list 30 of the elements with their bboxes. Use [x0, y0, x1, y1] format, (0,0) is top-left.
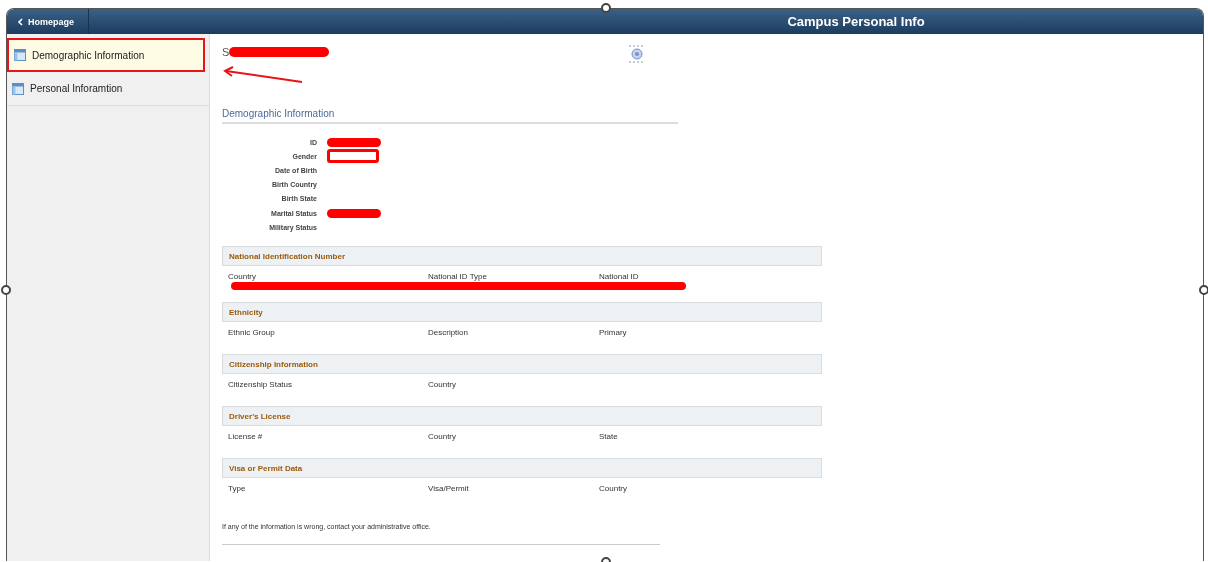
column-heading: Primary — [599, 327, 627, 337]
column-heading: License # — [228, 431, 264, 441]
redaction-mark — [327, 208, 381, 218]
group-title: Driver's License — [229, 411, 291, 421]
column-heading: State — [599, 431, 618, 441]
page-icon — [14, 49, 26, 61]
redaction-mark — [327, 137, 381, 147]
page-title: Campus Personal Info — [786, 14, 926, 29]
column-heading: Type — [228, 483, 247, 493]
page-icon — [12, 82, 24, 95]
column-heading: Visa/Permit — [428, 483, 470, 493]
column-heading: Country — [428, 379, 457, 389]
group-title: Ethnicity — [229, 307, 263, 317]
student-name: S — [222, 46, 230, 58]
redaction-mark — [327, 149, 379, 164]
column-heading: Country — [599, 483, 627, 493]
column-heading: Country — [228, 271, 257, 281]
back-icon — [17, 17, 23, 26]
group-title: Visa or Permit Data — [229, 463, 303, 473]
column-heading: National ID — [599, 271, 639, 281]
sidebar-item[interactable]: Personal Inforamtion — [7, 72, 209, 106]
column-heading: Ethnic Group — [228, 327, 276, 337]
section-title: Demographic Information — [222, 108, 678, 124]
group-title: Citizenship Information — [229, 359, 318, 369]
column-heading: National ID Type — [428, 271, 488, 281]
sidebar-item[interactable]: Demographic Information — [7, 38, 205, 72]
column-heading: Country — [428, 431, 457, 441]
column-heading: Citizenship Status — [228, 379, 294, 389]
column-heading: Description — [428, 327, 469, 337]
group-title: National Identification Number — [229, 251, 345, 261]
